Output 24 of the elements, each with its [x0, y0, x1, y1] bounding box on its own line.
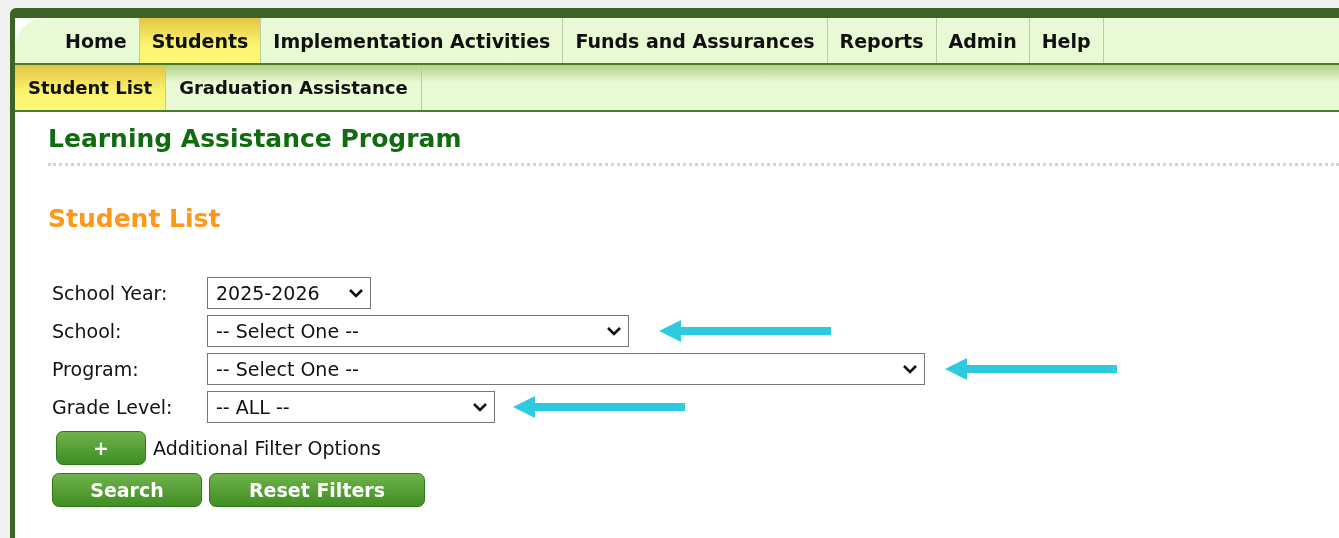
chevron-down-icon	[348, 287, 364, 299]
chevron-down-icon	[606, 325, 622, 337]
dropdown[interactable]: 2025-2026	[207, 277, 371, 309]
dropdown[interactable]: -- Select One --	[207, 353, 925, 385]
nav-tab[interactable]: Reports	[827, 18, 937, 63]
subnav-tab[interactable]: Student List	[15, 65, 167, 110]
filter-label: Grade Level:	[52, 396, 174, 418]
nav-tab[interactable]: Help	[1029, 18, 1104, 63]
filter-label: School:	[52, 320, 123, 342]
chevron-down-icon	[472, 401, 488, 413]
section-title: Student List	[48, 204, 222, 233]
filter-options-label: Additional Filter Options	[153, 437, 381, 459]
nav-tab[interactable]: Implementation Activities	[261, 18, 564, 63]
dropdown[interactable]: -- Select One --	[207, 315, 629, 347]
nav-tab[interactable]: Admin	[936, 18, 1030, 63]
filter-label: School Year:	[52, 282, 169, 304]
nav-tab[interactable]: Funds and Assurances	[563, 18, 828, 63]
nav-tab[interactable]: Students	[139, 18, 262, 63]
nav-tab[interactable]: Home	[53, 18, 140, 63]
subnav-tab[interactable]: Graduation Assistance	[166, 65, 422, 110]
dropdown[interactable]: -- ALL --	[207, 391, 495, 423]
page-title: Learning Assistance Program	[48, 124, 1339, 166]
chevron-down-icon	[902, 363, 918, 375]
filter-label: Program:	[52, 358, 140, 380]
